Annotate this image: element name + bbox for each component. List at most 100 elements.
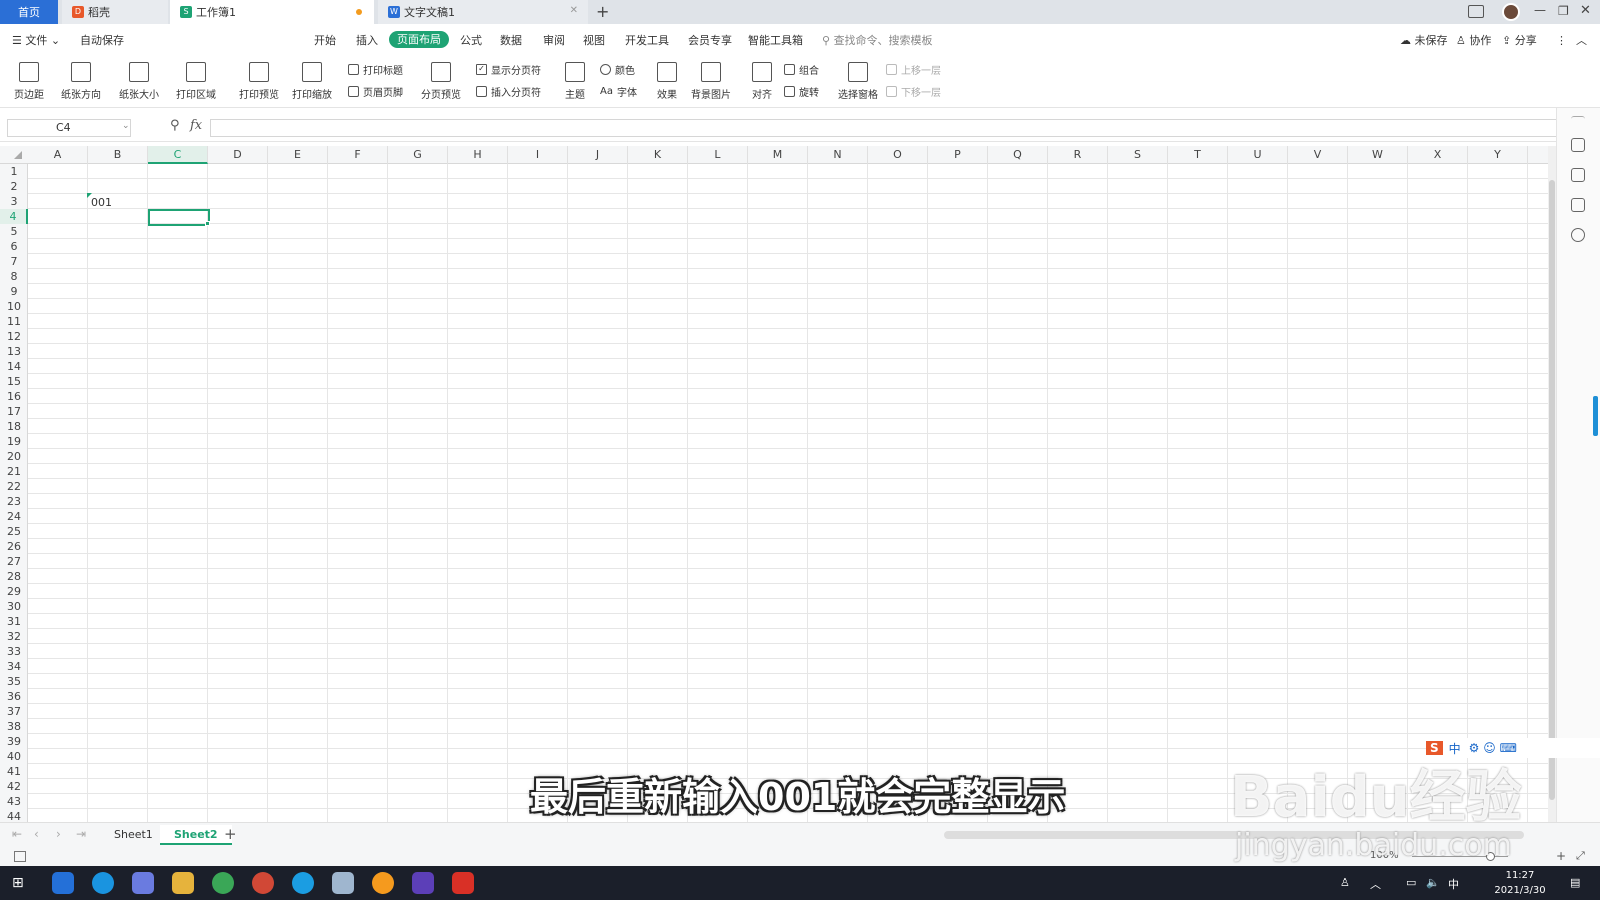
close-window-button[interactable]: ✕ — [1580, 3, 1591, 18]
notes-app-icon[interactable] — [332, 872, 354, 894]
row-header-4[interactable]: 4 — [0, 209, 28, 224]
zoom-formula-icon[interactable]: ⚲ — [170, 118, 180, 133]
row-header-20[interactable]: 20 — [0, 449, 28, 464]
menu-page-layout[interactable]: 页面布局 — [389, 31, 449, 48]
row-header-29[interactable]: 29 — [0, 584, 28, 599]
send-backward-button[interactable]: 下移一层 — [886, 84, 941, 99]
column-header-e[interactable]: E — [268, 146, 328, 164]
menu-developer[interactable]: 开发工具 — [625, 32, 669, 49]
row-header-6[interactable]: 6 — [0, 239, 28, 254]
vertical-scroll-thumb[interactable] — [1549, 180, 1555, 800]
row-header-25[interactable]: 25 — [0, 524, 28, 539]
menu-data[interactable]: 数据 — [500, 32, 522, 49]
select-all-icon[interactable] — [14, 151, 22, 159]
menu-member[interactable]: 会员专享 — [688, 32, 732, 49]
insert-page-break-button[interactable]: 插入分页符 — [476, 84, 541, 99]
row-header-8[interactable]: 8 — [0, 269, 28, 284]
collab-button[interactable]: ♙ 协作 — [1456, 32, 1491, 49]
menu-insert[interactable]: 插入 — [356, 32, 378, 49]
colors-button[interactable]: 颜色 — [600, 62, 635, 77]
help-icon[interactable] — [1571, 228, 1585, 242]
show-page-breaks-checkbox[interactable]: ✓ 显示分页符 — [476, 62, 541, 77]
orientation-button[interactable]: 纸张方向 — [56, 62, 106, 101]
row-header-28[interactable]: 28 — [0, 569, 28, 584]
column-header-j[interactable]: J — [568, 146, 628, 164]
menu-review[interactable]: 审阅 — [543, 32, 565, 49]
column-header-x[interactable]: X — [1408, 146, 1468, 164]
row-header-2[interactable]: 2 — [0, 179, 28, 194]
column-header-k[interactable]: K — [628, 146, 688, 164]
selected-cell-c4[interactable] — [148, 209, 210, 226]
chrome-2-icon[interactable] — [252, 872, 274, 894]
cell-b3[interactable]: 001 — [88, 195, 148, 210]
selection-pane-button[interactable]: 选择窗格 — [836, 62, 880, 101]
fonts-button[interactable]: Aa 字体 — [600, 84, 637, 99]
cube-app-icon[interactable] — [132, 872, 154, 894]
column-header-p[interactable]: P — [928, 146, 988, 164]
group-button[interactable]: 组合 — [784, 62, 819, 77]
row-header-34[interactable]: 34 — [0, 659, 28, 674]
row-header-7[interactable]: 7 — [0, 254, 28, 269]
row-header-22[interactable]: 22 — [0, 479, 28, 494]
file-menu[interactable]: ☰ 文件 ⌄ — [12, 32, 60, 49]
column-header-a[interactable]: A — [28, 146, 88, 164]
row-header-11[interactable]: 11 — [0, 314, 28, 329]
bring-forward-button[interactable]: 上移一层 — [886, 62, 941, 77]
row-header-31[interactable]: 31 — [0, 614, 28, 629]
new-tab-button[interactable]: + — [596, 2, 609, 21]
tab-document1[interactable]: W 文字文稿1 ✕ — [378, 0, 588, 24]
row-header-43[interactable]: 43 — [0, 794, 28, 809]
fx-icon[interactable]: fx — [190, 118, 202, 133]
tab-workbook1[interactable]: S 工作簿1 — [170, 0, 374, 24]
column-header-y[interactable]: Y — [1468, 146, 1528, 164]
row-header-35[interactable]: 35 — [0, 674, 28, 689]
wps-app-icon[interactable] — [452, 872, 474, 894]
name-box[interactable]: C4 — [7, 119, 131, 137]
menu-formulas[interactable]: 公式 — [460, 32, 482, 49]
window-mode-icon[interactable] — [1468, 5, 1484, 18]
backup-icon[interactable] — [1571, 198, 1585, 212]
row-header-10[interactable]: 10 — [0, 299, 28, 314]
row-header-15[interactable]: 15 — [0, 374, 28, 389]
menu-smart-toolbox[interactable]: 智能工具箱 — [748, 32, 803, 49]
print-area-button[interactable]: 打印区域 — [170, 62, 222, 101]
print-scale-button[interactable]: 打印缩放 — [286, 62, 338, 101]
notification-icon[interactable]: ▤ — [1570, 876, 1580, 889]
ime-language[interactable]: 中 — [1448, 876, 1459, 892]
row-header-9[interactable]: 9 — [0, 284, 28, 299]
row-header-37[interactable]: 37 — [0, 704, 28, 719]
windows-start-icon[interactable]: ⊞ — [12, 875, 24, 891]
chrome-icon[interactable] — [212, 872, 234, 894]
sogou-app-icon[interactable] — [92, 872, 114, 894]
restore-button[interactable]: ❐ — [1558, 4, 1569, 18]
row-header-27[interactable]: 27 — [0, 554, 28, 569]
row-header-26[interactable]: 26 — [0, 539, 28, 554]
feishu-app-icon[interactable] — [52, 872, 74, 894]
align-button[interactable]: 对齐 — [748, 62, 776, 101]
last-sheet-icon[interactable]: ⇥ — [76, 827, 86, 841]
row-header-17[interactable]: 17 — [0, 404, 28, 419]
row-header-36[interactable]: 36 — [0, 689, 28, 704]
command-search[interactable]: ⚲ 查找命令、搜索模板 — [822, 32, 933, 49]
minimize-button[interactable]: — — [1534, 3, 1546, 17]
prev-sheet-icon[interactable]: ‹ — [34, 827, 39, 841]
formula-input[interactable] — [210, 119, 1560, 137]
row-header-24[interactable]: 24 — [0, 509, 28, 524]
avatar[interactable] — [1502, 3, 1520, 21]
print-preview-button[interactable]: 打印预览 — [236, 62, 282, 101]
network-icon[interactable]: ▭ — [1406, 876, 1416, 889]
bg-image-button[interactable]: 背景图片 — [688, 62, 734, 101]
collapse-ribbon-icon[interactable]: ︿ — [1576, 32, 1587, 49]
row-header-30[interactable]: 30 — [0, 599, 28, 614]
people-icon[interactable]: ♙ — [1340, 876, 1350, 889]
zoom-in-icon[interactable]: + — [1556, 849, 1566, 863]
file-explorer-icon[interactable] — [172, 872, 194, 894]
media-player-icon[interactable] — [412, 872, 434, 894]
row-header-1[interactable]: 1 — [0, 164, 28, 179]
volume-icon[interactable]: 🔈 — [1426, 876, 1440, 889]
column-header-b[interactable]: B — [88, 146, 148, 164]
cell-grid[interactable] — [28, 164, 1556, 822]
row-header-38[interactable]: 38 — [0, 719, 28, 734]
column-header-t[interactable]: T — [1168, 146, 1228, 164]
row-header-14[interactable]: 14 — [0, 359, 28, 374]
